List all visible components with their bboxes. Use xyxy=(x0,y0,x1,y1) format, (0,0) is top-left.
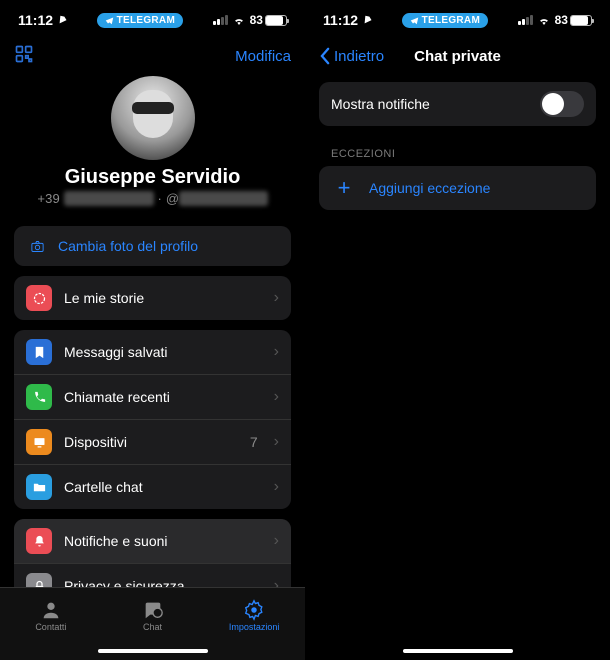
change-photo-label: Cambia foto del profilo xyxy=(58,238,279,254)
profile-header: Giuseppe Servidio +39 000 000 0000 · @xx… xyxy=(0,76,305,216)
chevron-right-icon: › xyxy=(274,388,279,406)
saved-messages-row[interactable]: Messaggi salvati › xyxy=(14,330,291,375)
signal-icon xyxy=(518,15,533,25)
show-notifications-row[interactable]: Mostra notifiche xyxy=(319,82,596,126)
camera-icon xyxy=(26,235,48,257)
avatar[interactable] xyxy=(111,76,195,160)
chat-folders-row[interactable]: Cartelle chat › xyxy=(14,465,291,509)
chevron-right-icon: › xyxy=(274,343,279,361)
battery-icon: 83 xyxy=(250,13,287,27)
location-icon xyxy=(57,15,67,25)
devices-icon xyxy=(26,429,52,455)
chevron-right-icon: › xyxy=(274,433,279,451)
wifi-icon xyxy=(232,15,246,25)
tab-chat[interactable]: Chat xyxy=(102,588,204,642)
add-exception-row[interactable]: + Aggiungi eccezione xyxy=(319,166,596,210)
chevron-right-icon: › xyxy=(274,532,279,550)
tab-contacts[interactable]: Contatti xyxy=(0,588,102,642)
plus-icon: + xyxy=(331,175,357,201)
devices-row[interactable]: Dispositivi 7 › xyxy=(14,420,291,465)
tab-settings[interactable]: Impostazioni xyxy=(203,588,305,642)
status-bar: 11:12 TELEGRAM 83 xyxy=(0,0,305,40)
lock-icon xyxy=(26,573,52,587)
chevron-right-icon: › xyxy=(274,478,279,496)
devices-count: 7 xyxy=(250,434,258,450)
nav-bar: Indietro Chat private xyxy=(305,40,610,76)
signal-icon xyxy=(213,15,228,25)
privacy-row[interactable]: Privacy e sicurezza › xyxy=(14,564,291,587)
phone-icon xyxy=(26,384,52,410)
telegram-pill[interactable]: TELEGRAM xyxy=(402,13,489,28)
chevron-right-icon: › xyxy=(274,289,279,307)
home-indicator[interactable] xyxy=(0,642,305,660)
tab-bar: Contatti Chat Impostazioni xyxy=(0,587,305,642)
wifi-icon xyxy=(537,15,551,25)
modify-link[interactable]: Modifica xyxy=(235,48,291,65)
status-bar: 11:12 TELEGRAM 83 xyxy=(305,0,610,40)
private-chats-screen: 11:12 TELEGRAM 83 Indietro Chat private … xyxy=(305,0,610,660)
page-title: Chat private xyxy=(414,48,501,65)
telegram-pill[interactable]: TELEGRAM xyxy=(97,13,184,28)
profile-name: Giuseppe Servidio xyxy=(14,166,291,189)
exceptions-header: ECCEZIONI xyxy=(305,136,610,164)
home-indicator[interactable] xyxy=(305,642,610,660)
stories-row[interactable]: Le mie storie › xyxy=(14,276,291,320)
bell-icon xyxy=(26,528,52,554)
change-photo-row[interactable]: Cambia foto del profilo xyxy=(14,226,291,266)
bookmark-icon xyxy=(26,339,52,365)
location-icon xyxy=(362,15,372,25)
settings-screen: 11:12 TELEGRAM 83 Modifica xyxy=(0,0,305,660)
recent-calls-row[interactable]: Chiamate recenti › xyxy=(14,375,291,420)
chevron-right-icon: › xyxy=(274,577,279,587)
qr-icon[interactable] xyxy=(14,44,34,69)
show-notifications-toggle[interactable] xyxy=(540,91,584,117)
clock: 11:12 xyxy=(323,12,358,28)
folder-icon xyxy=(26,474,52,500)
notifications-row[interactable]: Notifiche e suoni › xyxy=(14,519,291,564)
chevron-left-icon xyxy=(319,47,332,65)
clock: 11:12 xyxy=(18,12,53,28)
nav-bar: Modifica xyxy=(0,40,305,76)
profile-meta: +39 000 000 0000 · @xxxxxxxxxxxx xyxy=(14,191,291,206)
back-button[interactable]: Indietro xyxy=(319,47,384,65)
battery-icon: 83 xyxy=(555,13,592,27)
stories-icon xyxy=(26,285,52,311)
